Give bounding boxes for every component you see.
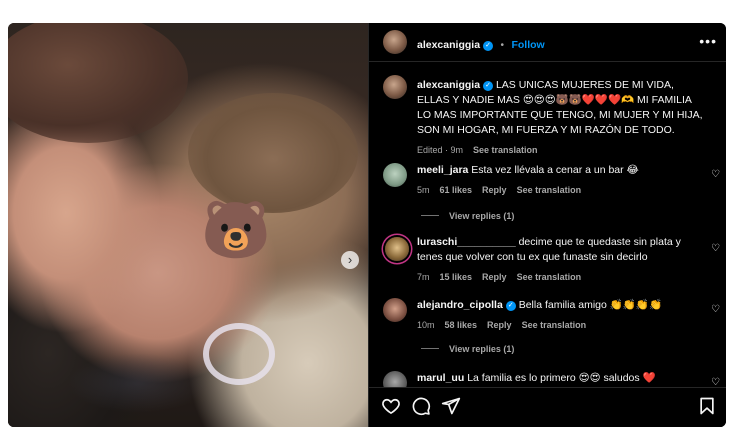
comment-text: La familia es lo primero 😍😍 saludos ❤️ xyxy=(467,372,656,384)
more-options-icon[interactable]: ••• xyxy=(699,33,717,49)
commenter-avatar[interactable] xyxy=(383,163,407,187)
caption-username[interactable]: alexcaniggia xyxy=(417,79,480,91)
comment-meta: 10m 58 likes Reply See translation xyxy=(417,318,697,333)
reply-button[interactable]: Reply xyxy=(487,320,512,330)
verified-icon: ✓ xyxy=(483,41,494,51)
see-translation-link[interactable]: See translation xyxy=(517,185,582,195)
photo-detail xyxy=(68,353,208,413)
heart-icon[interactable] xyxy=(381,396,401,416)
post-action-bar xyxy=(369,387,726,427)
comment-time: 10m xyxy=(417,320,435,330)
verified-icon: ✓ xyxy=(483,81,494,91)
divider-line xyxy=(421,348,439,349)
post-side-panel: alexcaniggia ✓ • Follow ••• alexcaniggia ✓… xyxy=(368,23,726,427)
commenter-username[interactable]: luraschi__________ xyxy=(417,236,516,248)
post-caption: alexcaniggia ✓ LAS UNICAS MUJERES DE MI V… xyxy=(417,78,707,158)
view-replies-label: View replies (1) xyxy=(449,344,515,354)
commenter-avatar[interactable] xyxy=(385,237,409,261)
comment-time: 7m xyxy=(417,272,430,282)
like-comment-icon[interactable]: ♡ xyxy=(711,243,720,254)
see-translation-link[interactable]: See translation xyxy=(473,145,538,155)
like-comment-icon[interactable]: ♡ xyxy=(711,169,720,180)
commenter-username[interactable]: meeli_jara xyxy=(417,164,468,176)
bear-sticker: 🐻 xyxy=(201,198,271,263)
see-translation-link[interactable]: See translation xyxy=(517,272,582,282)
separator-dot: • xyxy=(500,40,504,51)
view-replies-label: View replies (1) xyxy=(449,211,515,221)
share-icon[interactable] xyxy=(441,396,461,416)
view-replies-button[interactable]: View replies (1) xyxy=(421,344,514,354)
edited-timestamp: Edited · 9m xyxy=(417,145,464,155)
commenter-username[interactable]: marul_uu xyxy=(417,372,464,384)
follow-button[interactable]: Follow xyxy=(511,39,544,51)
caption-avatar[interactable] xyxy=(383,75,407,99)
photo-detail xyxy=(203,323,275,385)
author-username[interactable]: alexcaniggia xyxy=(417,39,480,51)
divider-line xyxy=(421,215,439,216)
verified-icon: ✓ xyxy=(505,301,516,311)
post-photo[interactable]: 🐻 › xyxy=(8,23,368,427)
comment-likes[interactable]: 61 likes xyxy=(440,185,473,195)
view-replies-button[interactable]: View replies (1) xyxy=(421,211,514,221)
comment-icon[interactable] xyxy=(411,396,431,416)
comment-meta: 7m 15 likes Reply See translation xyxy=(417,270,697,285)
like-comment-icon[interactable]: ♡ xyxy=(711,304,720,315)
comment-likes[interactable]: 58 likes xyxy=(445,320,478,330)
bookmark-icon[interactable] xyxy=(697,396,717,416)
comment-time: 5m xyxy=(417,185,430,195)
comment-text: Bella familia amigo 👏👏👏👏 xyxy=(518,299,663,311)
comment-meta: 5m 61 likes Reply See translation xyxy=(417,183,697,198)
instagram-post-modal: 🐻 › alexcaniggia ✓ • Follow ••• alexcanig… xyxy=(8,23,726,427)
reply-button[interactable]: Reply xyxy=(482,185,507,195)
next-photo-button[interactable]: › xyxy=(341,251,359,269)
photo-detail xyxy=(8,23,188,143)
see-translation-link[interactable]: See translation xyxy=(522,320,587,330)
post-header: alexcaniggia ✓ • Follow ••• xyxy=(369,23,726,62)
commenter-username[interactable]: alejandro_cipolla xyxy=(417,299,503,311)
author-avatar[interactable] xyxy=(383,30,407,54)
commenter-avatar[interactable] xyxy=(383,298,407,322)
chevron-right-icon: › xyxy=(347,252,353,267)
reply-button[interactable]: Reply xyxy=(482,272,507,282)
photo-detail xyxy=(188,93,358,213)
comment-text: Esta vez llévala a cenar a un bar 😂 xyxy=(471,164,639,176)
caption-meta: Edited · 9m See translation xyxy=(417,143,707,158)
comment-likes[interactable]: 15 likes xyxy=(440,272,473,282)
